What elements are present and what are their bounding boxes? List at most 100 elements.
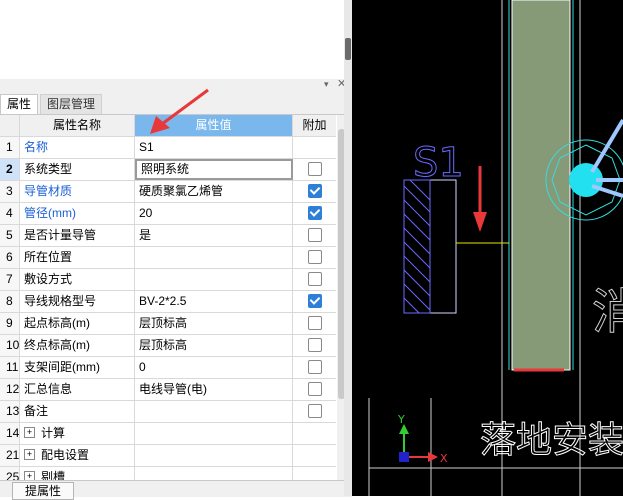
attach-cell xyxy=(293,423,336,444)
pin-icon[interactable]: ▾ xyxy=(324,79,329,90)
property-row[interactable]: 11 支架间距(mm) 0 xyxy=(0,357,336,379)
property-value[interactable] xyxy=(135,247,293,268)
cad-hatching xyxy=(403,179,431,314)
header-property-name[interactable]: 属性名称 xyxy=(20,115,135,136)
cad-text-partial: 消 xyxy=(592,284,623,340)
property-row[interactable]: 10 终点标高(m) 层顶标高 xyxy=(0,335,336,357)
row-number: 9 xyxy=(0,313,20,334)
property-name: 所在位置 xyxy=(20,247,135,268)
property-group-row[interactable]: 14 + 计算 xyxy=(0,423,336,445)
property-name: 管径(mm) xyxy=(20,203,135,224)
row-number: 14 xyxy=(0,423,20,444)
property-row[interactable]: 5 是否计量导管是 xyxy=(0,225,336,247)
expand-plus-icon[interactable]: + xyxy=(24,427,35,439)
header-num xyxy=(0,115,20,136)
property-value[interactable]: 20 xyxy=(135,203,293,224)
cad-line xyxy=(590,118,623,174)
attach-cell xyxy=(293,313,336,334)
property-row[interactable]: 7 敷设方式 xyxy=(0,269,336,291)
property-name: 导管材质 xyxy=(20,181,135,202)
attach-checkbox[interactable] xyxy=(307,249,322,264)
property-row[interactable]: 2 系统类型 照明系统 xyxy=(0,159,336,181)
property-value[interactable] xyxy=(135,401,293,422)
property-grid: 属性名称 属性值 附加 1 名称 S1 2 系统类型 照明系统 3 导管材质 硬质聚氯乙烯管 4 管… xyxy=(0,115,336,489)
property-value[interactable] xyxy=(135,269,293,290)
attach-cell xyxy=(293,159,336,180)
cad-label-s1: S1 xyxy=(413,140,464,186)
tab-layer-management[interactable]: 图层管理 xyxy=(40,94,103,114)
property-name: 汇总信息 xyxy=(20,379,135,400)
expand-plus-icon[interactable]: + xyxy=(24,449,35,461)
extract-properties-button[interactable]: 提属性 xyxy=(12,482,75,500)
attach-checkbox[interactable] xyxy=(307,315,322,330)
property-value[interactable]: 电线导管(电) xyxy=(135,379,293,400)
property-value[interactable]: 层顶标高 xyxy=(135,313,293,334)
property-name: 是否计量导管 xyxy=(20,225,135,246)
attach-checkbox[interactable] xyxy=(307,293,322,308)
panel-splitter[interactable] xyxy=(344,0,352,496)
property-row[interactable]: 4 管径(mm) 20 xyxy=(0,203,336,225)
property-name: 名称 xyxy=(20,137,135,158)
cad-axis-y-label: Y xyxy=(397,413,405,426)
attach-cell xyxy=(293,291,336,312)
property-value[interactable]: BV-2*2.5 xyxy=(135,291,293,312)
row-number: 4 xyxy=(0,203,20,224)
row-number: 11 xyxy=(0,357,20,378)
property-row[interactable]: 9 起点标高(m) 层顶标高 xyxy=(0,313,336,335)
property-value[interactable]: 是 xyxy=(135,225,293,246)
attach-checkbox[interactable] xyxy=(307,183,322,198)
property-name: 终点标高(m) xyxy=(20,335,135,356)
property-name: 敷设方式 xyxy=(20,269,135,290)
cad-drawing: S1 消 落地安装 Y X xyxy=(368,0,623,496)
attach-cell xyxy=(293,401,336,422)
property-name: 导线规格型号 xyxy=(20,291,135,312)
attach-checkbox[interactable] xyxy=(307,205,322,220)
group-name-cell[interactable]: + 配电设置 xyxy=(20,445,135,466)
splitter-handle[interactable] xyxy=(345,38,351,60)
row-number: 8 xyxy=(0,291,20,312)
property-value[interactable]: 层顶标高 xyxy=(135,335,293,356)
property-value[interactable]: 0 xyxy=(135,357,293,378)
property-value[interactable]: 硬质聚氯乙烯管 xyxy=(135,181,293,202)
row-number: 21 xyxy=(0,445,20,466)
cad-drawing-canvas[interactable]: S1 消 落地安装 Y X xyxy=(352,0,623,496)
property-row[interactable]: 6 所在位置 xyxy=(0,247,336,269)
row-number: 12 xyxy=(0,379,20,400)
header-attach[interactable]: 附加 xyxy=(293,115,336,136)
property-name: 系统类型 xyxy=(20,159,135,180)
properties-panel: ▾ ✕ 属性 图层管理 属性名称 属性值 附加 1 名称 S1 2 系统类型 照明系统 3 导… xyxy=(0,0,352,500)
group-value xyxy=(135,445,293,466)
attach-checkbox[interactable] xyxy=(307,161,322,176)
row-number: 6 xyxy=(0,247,20,268)
property-value[interactable]: 照明系统 xyxy=(135,159,293,180)
tab-properties[interactable]: 属性 xyxy=(0,94,39,114)
property-row[interactable]: 3 导管材质 硬质聚氯乙烯管 xyxy=(0,181,336,203)
cad-axis-origin xyxy=(399,452,409,462)
property-name: 支架间距(mm) xyxy=(20,357,135,378)
attach-cell xyxy=(293,445,336,466)
attach-cell xyxy=(293,247,336,268)
property-value[interactable]: S1 xyxy=(135,137,293,158)
cad-text-floor: 落地安装 xyxy=(480,420,623,461)
attach-checkbox[interactable] xyxy=(307,403,322,418)
property-group-row[interactable]: 21 + 配电设置 xyxy=(0,445,336,467)
property-row[interactable]: 13 备注 xyxy=(0,401,336,423)
cad-axis-x-arrow xyxy=(428,452,438,462)
attach-checkbox[interactable] xyxy=(307,271,322,286)
property-row[interactable]: 1 名称 S1 xyxy=(0,137,336,159)
row-number: 10 xyxy=(0,335,20,356)
attach-checkbox[interactable] xyxy=(307,359,322,374)
attach-checkbox[interactable] xyxy=(307,381,322,396)
property-row[interactable]: 8 导线规格型号 BV-2*2.5 xyxy=(0,291,336,313)
group-name-cell[interactable]: + 计算 xyxy=(20,423,135,444)
attach-cell xyxy=(293,181,336,202)
row-number: 7 xyxy=(0,269,20,290)
row-number: 3 xyxy=(0,181,20,202)
group-name: 计算 xyxy=(41,426,66,440)
attach-checkbox[interactable] xyxy=(307,227,322,242)
row-number: 1 xyxy=(0,137,20,158)
property-row[interactable]: 12 汇总信息 电线导管(电) xyxy=(0,379,336,401)
annotation-arrow-icon xyxy=(150,88,209,134)
attach-checkbox[interactable] xyxy=(307,337,322,352)
attach-cell xyxy=(293,269,336,290)
